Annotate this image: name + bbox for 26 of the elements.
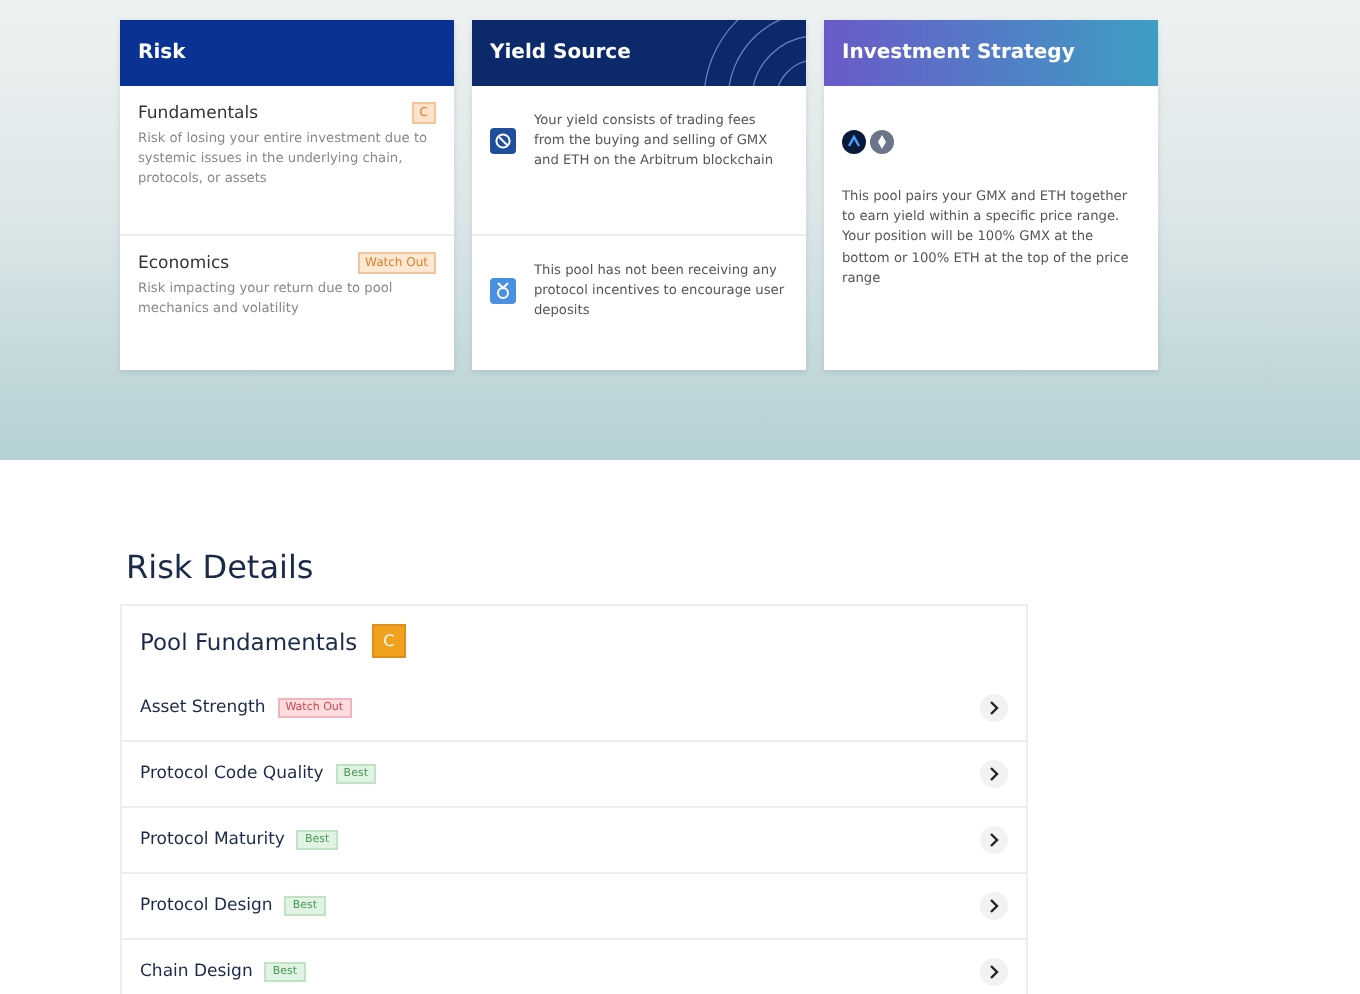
- token-icon: [842, 130, 866, 154]
- chevron-right-icon: [986, 766, 1002, 782]
- expand-button[interactable]: [980, 760, 1008, 788]
- chevron-right-icon: [986, 700, 1002, 716]
- card-title: Yield Source: [490, 42, 631, 64]
- token-icon: [870, 130, 894, 154]
- panel-title: Pool Fundamentals: [140, 627, 358, 655]
- chevron-right-icon: [986, 964, 1002, 980]
- expand-button[interactable]: [980, 826, 1008, 854]
- row-label: Protocol Code Quality: [140, 764, 324, 784]
- grade-badge: C: [371, 624, 407, 658]
- section-title: Risk Details: [126, 548, 316, 586]
- chevron-right-icon: [986, 898, 1002, 914]
- expand-button[interactable]: [980, 958, 1008, 986]
- row-label: Protocol Maturity: [140, 830, 285, 850]
- card-title: Risk: [138, 42, 186, 64]
- row-label: Chain Design: [140, 962, 253, 982]
- row-label: Protocol Design: [140, 896, 273, 916]
- item-title: Fundamentals: [138, 103, 259, 123]
- item-title: Economics: [138, 253, 230, 273]
- medal-icon: [490, 277, 516, 304]
- chevron-right-icon: [986, 832, 1002, 848]
- row-label: Asset Strength: [140, 698, 266, 718]
- expand-button[interactable]: [980, 694, 1008, 722]
- expand-button[interactable]: [980, 892, 1008, 920]
- card-title: Investment Strategy: [842, 42, 1075, 64]
